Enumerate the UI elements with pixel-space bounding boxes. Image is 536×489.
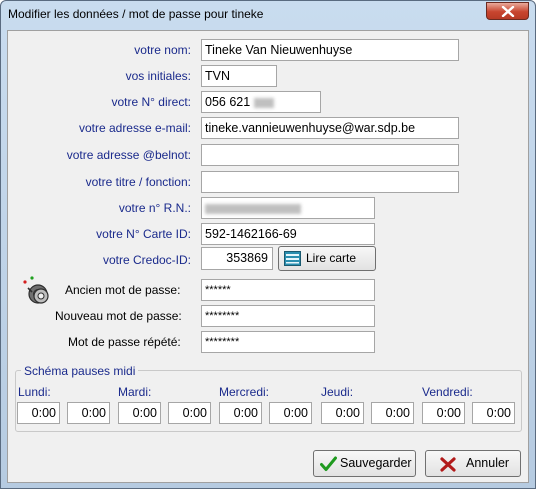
direct-value: 056 621 xyxy=(205,95,251,109)
lire-carte-button[interactable]: Lire carte xyxy=(278,246,376,271)
mardi-to-input[interactable]: 0:00 xyxy=(168,402,211,424)
redacted-mark xyxy=(253,97,274,108)
jeudi-to-input[interactable]: 0:00 xyxy=(371,402,414,424)
title-bar[interactable]: Modifier les données / mot de passe pour… xyxy=(1,1,535,29)
carte-field[interactable]: 592-1462166-69 xyxy=(201,223,375,245)
cancel-label: Annuler xyxy=(466,456,510,470)
vendredi-from-input[interactable]: 0:00 xyxy=(422,402,465,424)
mardi-from-input[interactable]: 0:00 xyxy=(118,402,161,424)
initiales-field[interactable]: TVN xyxy=(201,65,277,87)
cancel-button[interactable]: Annuler xyxy=(425,450,521,477)
credoc-field[interactable]: 353869 xyxy=(201,247,273,270)
card-reader-icon xyxy=(284,251,301,266)
nom-field[interactable]: Tineke Van Nieuwenhuyse xyxy=(201,39,459,61)
close-icon xyxy=(501,6,515,17)
label-repete: Mot de passe répété: xyxy=(68,335,181,349)
label-belnot: votre adresse @belnot: xyxy=(66,148,191,162)
label-nom: votre nom: xyxy=(134,43,191,57)
keys-icon xyxy=(23,276,49,304)
lundi-from-input[interactable]: 0:00 xyxy=(17,402,60,424)
day-label-mardi: Mardi: xyxy=(118,385,152,399)
window-title: Modifier les données / mot de passe pour… xyxy=(8,7,264,21)
redacted-mark xyxy=(205,203,301,214)
day-label-mercredi: Mercredi: xyxy=(219,385,270,399)
label-ancien: Ancien mot de passe: xyxy=(65,283,181,297)
day-label-lundi: Lundi: xyxy=(18,385,51,399)
label-direct: votre N° direct: xyxy=(111,95,192,109)
save-label: Sauvegarder xyxy=(340,456,412,470)
lire-carte-label: Lire carte xyxy=(306,251,357,265)
close-button[interactable] xyxy=(486,2,529,20)
day-label-vendredi: Vendredi: xyxy=(422,385,473,399)
label-email: votre adresse e-mail: xyxy=(78,121,191,135)
label-titre: votre titre / fonction: xyxy=(85,175,191,189)
ancien-password-field[interactable]: ****** xyxy=(201,279,375,301)
repete-password-field[interactable]: ******** xyxy=(201,331,375,353)
email-field[interactable]: tineke.vannieuwenhuyse@war.sdp.be xyxy=(201,117,459,139)
label-nouveau: Nouveau mot de passe: xyxy=(55,309,182,323)
belnot-field[interactable] xyxy=(201,144,459,166)
schedule-title: Schéma pauses midi xyxy=(21,364,139,378)
lundi-to-input[interactable]: 0:00 xyxy=(67,402,110,424)
dialog-window: Modifier les données / mot de passe pour… xyxy=(0,0,536,489)
jeudi-from-input[interactable]: 0:00 xyxy=(321,402,364,424)
direct-field[interactable]: 056 621 xyxy=(201,91,321,113)
checkmark-icon xyxy=(320,456,337,471)
vendredi-to-input[interactable]: 0:00 xyxy=(472,402,515,424)
cross-icon xyxy=(440,457,456,472)
day-label-jeudi: Jeudi: xyxy=(321,385,354,399)
label-credoc: votre Credoc-ID: xyxy=(102,253,191,267)
mercredi-to-input[interactable]: 0:00 xyxy=(269,402,312,424)
mercredi-from-input[interactable]: 0:00 xyxy=(219,402,262,424)
titre-field[interactable] xyxy=(201,171,459,193)
nouveau-password-field[interactable]: ******** xyxy=(201,305,375,327)
save-button[interactable]: Sauvegarder xyxy=(313,450,416,477)
label-rn: votre n° R.N.: xyxy=(118,201,191,215)
rn-field[interactable] xyxy=(201,197,375,219)
label-initiales: vos initiales: xyxy=(125,69,191,83)
form-area: votre nom: Tineke Van Nieuwenhuyse vos i… xyxy=(7,30,529,483)
label-carte: votre N° Carte ID: xyxy=(96,227,191,241)
